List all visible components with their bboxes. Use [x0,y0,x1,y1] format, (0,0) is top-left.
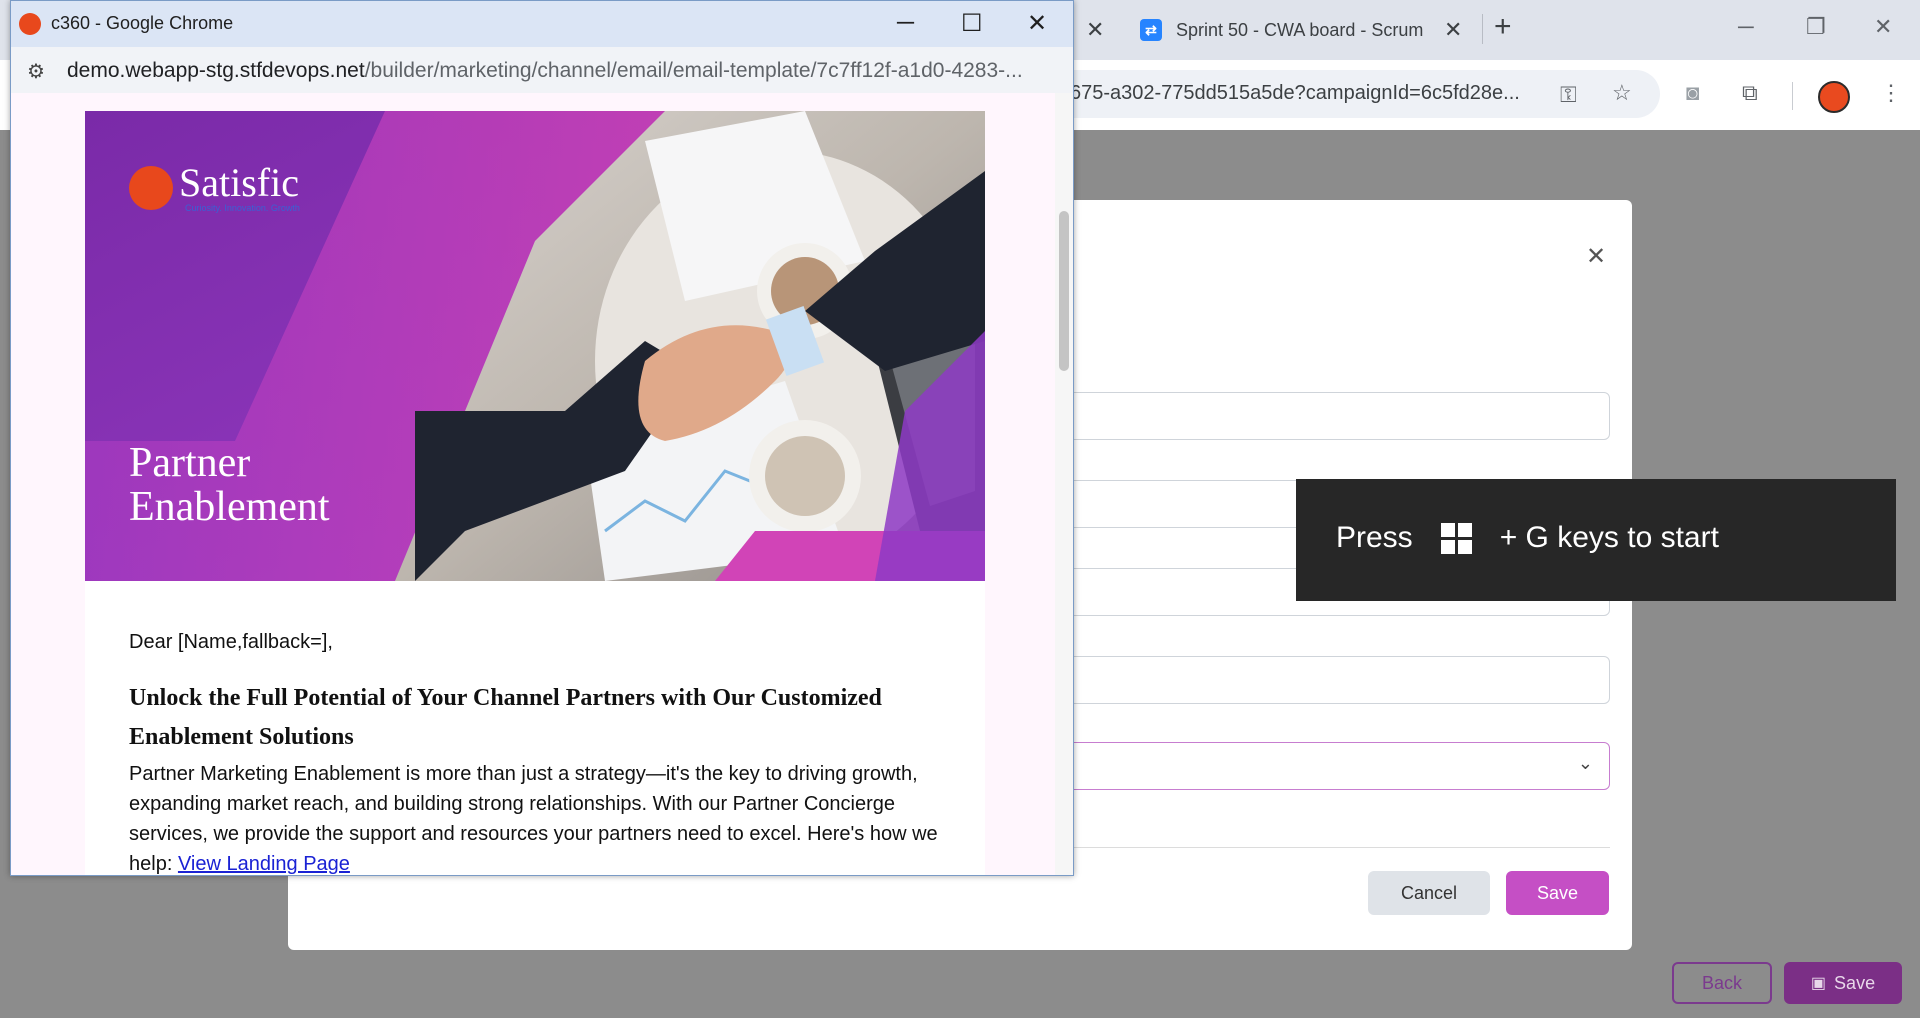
background-tab-close-prev[interactable]: ✕ [1086,8,1104,52]
close-window-icon[interactable]: ✕ [1027,9,1047,38]
gamebar-toast: Press + G keys to start [1296,479,1896,601]
jira-icon: ⇄ [1140,19,1162,41]
camera-icon[interactable]: ◙ [1686,80,1699,106]
site-info-icon[interactable]: ⚙ [27,59,45,84]
email-content: Dear [Name,fallback=], Unlock the Full P… [85,581,985,875]
menu-kebab-icon[interactable]: ⋮ [1880,80,1902,106]
tab-sprint-board[interactable]: ⇄ Sprint 50 - CWA board - Scrum ✕ [1140,8,1462,52]
popup-window: c360 - Google Chrome ─ ☐ ✕ ⚙ demo.webapp… [10,0,1074,876]
modal-divider [1060,847,1610,848]
avatar[interactable] [1818,81,1850,113]
popup-address-bar[interactable]: ⚙ demo.webapp-stg.stfdevops.net/builder/… [11,47,1073,94]
save-button[interactable]: Save [1506,871,1609,915]
minimize-icon[interactable]: ─ [897,9,914,37]
email-preview: Satisfic Curiosity. Innovation. Growth P… [11,93,1055,875]
scrollbar-thumb[interactable] [1059,211,1069,371]
extensions-icon[interactable]: ⧉ [1742,80,1758,106]
cancel-button[interactable]: Cancel [1368,871,1490,915]
satisfic-logo: Satisfic Curiosity. Innovation. Growth [129,163,300,213]
banner-title: Partner Enablement [129,441,330,529]
footer-save-button[interactable]: ▣ Save [1784,962,1902,1004]
view-landing-page-link[interactable]: View Landing Page [178,853,350,875]
form-field-1[interactable] [1060,392,1610,440]
brand-name: Satisfic [179,160,299,205]
footer-save-label: Save [1834,972,1876,993]
close-icon[interactable]: ✕ [1086,17,1104,43]
chevron-down-icon: ⌄ [1577,753,1593,773]
new-tab-button[interactable]: + [1494,10,1512,44]
background-url[interactable]: 675-a302-775dd515a5de?campaignId=6c5fd28… [1070,82,1520,105]
email-banner: Satisfic Curiosity. Innovation. Growth P… [85,111,985,581]
popup-titlebar: c360 - Google Chrome ─ ☐ ✕ [11,1,1073,47]
banner-title-line2: Enablement [129,484,330,530]
windows-logo-icon [1440,522,1472,554]
maximize-icon[interactable]: ☐ [961,9,983,38]
banner-title-line1: Partner [129,440,251,486]
form-select-active[interactable]: ⌄ [1060,742,1610,790]
star-icon[interactable]: ☆ [1612,80,1632,106]
email-greeting: Dear [Name,fallback=], [129,631,333,653]
minimize-icon[interactable]: ─ [1738,14,1754,40]
satisfic-logo-icon [129,166,173,210]
close-icon[interactable]: ✕ [1586,242,1606,271]
url-host: demo.webapp-stg.stfdevops.net [67,59,365,82]
popup-scrollbar[interactable] [1055,93,1073,875]
back-button[interactable]: Back [1672,962,1772,1004]
toast-prefix: Press [1336,521,1413,554]
restore-icon[interactable]: ❐ [1806,14,1826,40]
email-paragraph: Partner Marketing Enablement is more tha… [129,759,959,875]
toast-suffix: + G keys to start [1499,521,1719,554]
tab-label: Sprint 50 - CWA board - Scrum [1176,19,1424,40]
popup-title: c360 - Google Chrome [51,13,234,33]
close-icon[interactable]: ✕ [1444,17,1462,43]
form-field-4[interactable] [1060,656,1610,704]
floppy-disk-icon: ▣ [1810,975,1827,992]
url-path: /builder/marketing/channel/email/email-t… [364,59,1023,82]
brand-tagline: Curiosity. Innovation. Growth [185,203,300,213]
app-favicon-icon [19,13,41,35]
close-window-icon[interactable]: ✕ [1874,14,1892,40]
email-heading: Unlock the Full Potential of Your Channe… [129,685,882,750]
key-icon[interactable]: ⚿ [1560,82,1577,108]
popup-url[interactable]: demo.webapp-stg.stfdevops.net/builder/ma… [67,59,1023,83]
